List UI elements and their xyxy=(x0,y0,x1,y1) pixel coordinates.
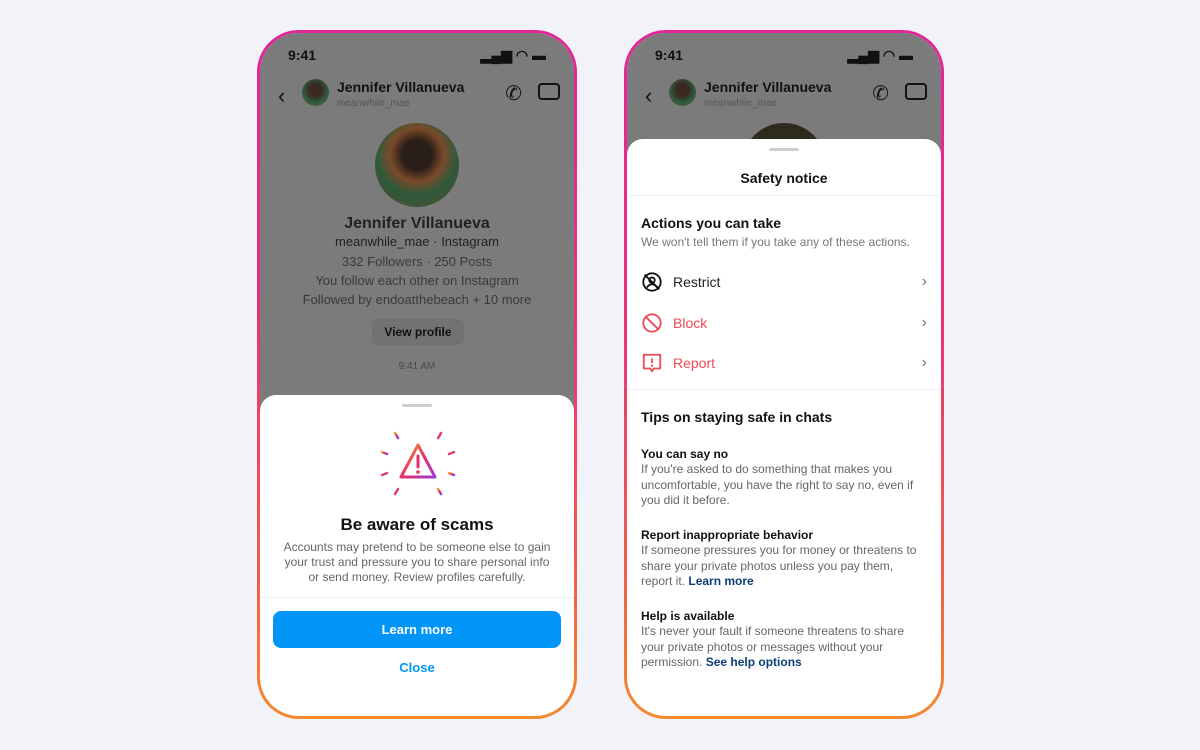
profile-handle: meanwhile_mae · Instagram xyxy=(334,234,500,249)
phone-scam-warning: 9:41 ▂▄▆ ◠ ▬ ‹ Jennifer Villanueva meanwh… xyxy=(257,30,577,719)
sheet-handle[interactable] xyxy=(402,404,432,407)
scam-title: Be aware of scams xyxy=(340,515,494,534)
tips-heading: Tips on staying safe in chats xyxy=(641,409,833,425)
sheet-title: Safety notice xyxy=(740,170,828,186)
tip-body: If you're asked to do something that mak… xyxy=(641,462,914,507)
report-icon xyxy=(642,353,662,373)
chevron-right-icon: › xyxy=(921,314,927,331)
actions-subtext: We won't tell them if you take any of th… xyxy=(641,235,910,249)
video-icon[interactable] xyxy=(905,83,927,100)
action-label: Restrict xyxy=(673,274,721,290)
status-icons: ▂▄▆ ◠ ▬ xyxy=(480,47,546,63)
chevron-right-icon: › xyxy=(921,273,927,290)
tip-title: Help is available xyxy=(641,609,735,623)
divider xyxy=(627,195,941,196)
status-icons: ▂▄▆ ◠ ▬ xyxy=(847,47,913,63)
phone-safety-notice: 9:41 ▂▄▆ ◠ ▬ ‹ Jennifer Villanueva meanwh… xyxy=(624,30,944,719)
chevron-right-icon: › xyxy=(921,354,927,371)
action-label: Block xyxy=(673,315,708,331)
scam-body: Accounts may pretend to be someone else … xyxy=(283,540,551,584)
safety-notice-sheet: Safety notice Actions you can take We wo… xyxy=(627,139,941,716)
chat-username: meanwhile_mae xyxy=(704,98,777,109)
profile-name: Jennifer Villanueva xyxy=(344,215,490,232)
phone-icon[interactable]: ✆ xyxy=(505,81,522,106)
avatar[interactable] xyxy=(669,79,696,106)
tip-title: Report inappropriate behavior xyxy=(641,528,814,542)
chat-username: meanwhile_mae xyxy=(337,98,410,109)
tip-help-available: Help is available It's never your fault … xyxy=(641,609,923,671)
back-icon[interactable]: ‹ xyxy=(645,83,652,109)
warning-icon xyxy=(380,424,456,502)
block-icon xyxy=(642,313,662,333)
profile-stats: 332 Followers · 250 Posts xyxy=(341,254,493,269)
action-restrict[interactable]: Restrict › xyxy=(641,267,927,297)
status-time: 9:41 xyxy=(655,47,684,63)
close-button[interactable]: Close xyxy=(260,660,574,675)
divider xyxy=(627,389,941,390)
restrict-icon xyxy=(642,272,662,292)
avatar[interactable] xyxy=(302,79,329,106)
sheet-handle[interactable] xyxy=(769,148,799,151)
action-label: Report xyxy=(673,355,716,371)
phone-icon[interactable]: ✆ xyxy=(872,81,889,106)
action-report[interactable]: Report › xyxy=(641,348,927,378)
tip-say-no: You can say no If you're asked to do som… xyxy=(641,447,923,509)
profile-followed-by: Followed by endoatthebeach + 10 more xyxy=(302,292,532,307)
profile-photo xyxy=(375,123,459,207)
view-profile-button[interactable]: View profile xyxy=(372,319,464,345)
see-help-options-link[interactable]: See help options xyxy=(706,655,802,669)
chat-header: ‹ Jennifer Villanueva meanwhile_mae ✆ xyxy=(260,77,574,113)
status-time: 9:41 xyxy=(288,47,317,63)
message-timestamp: 9:41 AM xyxy=(398,361,436,372)
back-icon[interactable]: ‹ xyxy=(278,83,285,109)
chat-name: Jennifer Villanueva xyxy=(704,79,832,95)
chat-name: Jennifer Villanueva xyxy=(337,79,465,95)
tip-title: You can say no xyxy=(641,447,729,461)
chat-header: ‹ Jennifer Villanueva meanwhile_mae ✆ xyxy=(627,77,941,113)
tip-body: If someone pressures you for money or th… xyxy=(641,543,917,588)
learn-more-link[interactable]: Learn more xyxy=(688,574,753,588)
learn-more-button[interactable]: Learn more xyxy=(273,611,561,648)
tip-report-behavior: Report inappropriate behavior If someone… xyxy=(641,528,923,590)
profile-mutual: You follow each other on Instagram xyxy=(315,273,519,288)
divider xyxy=(260,597,574,598)
action-block[interactable]: Block › xyxy=(641,308,927,338)
scam-warning-sheet: Be aware of scams Accounts may pretend t… xyxy=(260,395,574,716)
actions-heading: Actions you can take xyxy=(641,215,782,231)
video-icon[interactable] xyxy=(538,83,560,100)
